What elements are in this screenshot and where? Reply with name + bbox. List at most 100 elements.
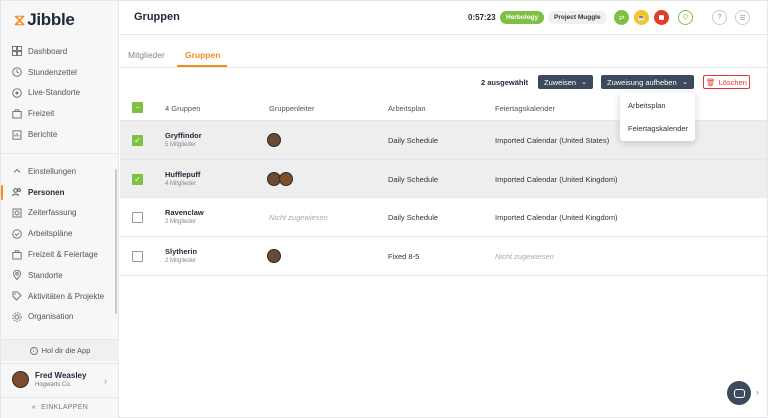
chevron-right-icon[interactable]: › xyxy=(756,387,759,397)
selected-count: 2 ausgewählt xyxy=(481,78,529,87)
top-header: Gruppen 0:57:23 Herbology Project Muggle… xyxy=(120,1,767,35)
user-name: Fred Weasley xyxy=(35,371,87,380)
jibble-logo-icon: ⧖ xyxy=(14,10,26,29)
sidebar-item-live-locations[interactable]: Live-Standorte xyxy=(1,83,119,104)
dropdown-item-holiday-calendar[interactable]: Feiertagskalender xyxy=(628,124,688,133)
dropdown-item-work-schedule[interactable]: Arbeitsplan xyxy=(628,101,666,110)
user-profile[interactable]: Fred Weasley Hogwarts Co. › xyxy=(1,363,119,395)
sidebar-item-people[interactable]: Personen xyxy=(1,182,119,203)
double-chevron-left-icon: « xyxy=(31,404,37,411)
sidebar-item-label: Standorte xyxy=(28,270,63,280)
get-app-button[interactable]: ↓ Hol dir die App xyxy=(1,339,119,361)
sidebar-item-time-tracking[interactable]: Zeiterfassung xyxy=(1,203,119,224)
avatar xyxy=(279,171,293,186)
chevron-up-icon xyxy=(12,166,22,176)
avatar xyxy=(12,371,29,388)
header-work-schedule: Arbeitsplan xyxy=(388,104,426,113)
row-checkbox[interactable]: ✓ xyxy=(132,173,143,185)
sidebar-item-schedules[interactable]: Arbeitspläne xyxy=(1,223,119,244)
sidebar-item-holidays[interactable]: Freizeit & Feiertage xyxy=(1,244,119,265)
delete-button[interactable]: 🗑 Löschen xyxy=(703,75,750,89)
sidebar-item-reports[interactable]: Berichte xyxy=(1,124,119,145)
holiday-calendar: Imported Calendar (United States) xyxy=(495,136,610,145)
holiday-icon xyxy=(12,249,22,260)
logo[interactable]: ⧖ Jibble xyxy=(14,10,75,30)
settings-header[interactable]: Einstellungen xyxy=(1,161,119,182)
sidebar-item-timesheets[interactable]: Stundenzettel xyxy=(1,62,119,83)
select-all-checkbox[interactable]: − xyxy=(132,102,143,113)
group-name: Gryffindor xyxy=(165,131,202,140)
stop-button[interactable] xyxy=(654,10,669,25)
sidebar-item-label: Personen xyxy=(28,187,65,197)
collapse-sidebar-button[interactable]: « EINKLAPPEN xyxy=(1,397,119,417)
table-row[interactable]: ✓ Hufflepuff 4 Mitglieder Daily Schedule… xyxy=(120,159,767,199)
sidebar-item-locations[interactable]: Standorte xyxy=(1,265,119,286)
project-chip[interactable]: Project Muggle xyxy=(548,11,607,24)
gear-icon xyxy=(12,312,22,322)
time-tracking-icon xyxy=(12,208,22,218)
tag-icon xyxy=(12,291,22,301)
tab-groups[interactable]: Gruppen xyxy=(185,50,220,60)
get-app-label: Hol dir die App xyxy=(41,346,91,355)
sidebar-item-label: Zeiterfassung xyxy=(28,208,77,218)
break-icon[interactable]: ☕ xyxy=(634,10,649,25)
clock-in-out-icon[interactable]: ⏲ xyxy=(678,10,693,25)
unassign-dropdown: Arbeitsplan Feiertagskalender xyxy=(620,92,695,141)
group-name: Ravenclaw xyxy=(165,208,204,218)
sidebar-item-label: Live-Standorte xyxy=(28,88,81,98)
stop-icon xyxy=(659,15,664,20)
chevron-right-icon: › xyxy=(104,376,107,386)
tabs-bar: Mitglieder Gruppen xyxy=(120,36,767,68)
location-icon xyxy=(12,88,22,98)
collapse-label: EINKLAPPEN xyxy=(41,404,89,411)
chevron-down-icon: ⌄ xyxy=(581,79,587,86)
table-row[interactable]: Slytherin 2 Mitglieder Fixed 8-5 Nicht z… xyxy=(120,237,767,276)
chat-button[interactable] xyxy=(727,381,751,405)
people-icon xyxy=(12,187,22,197)
sidebar-scrollbar[interactable] xyxy=(115,169,117,314)
schedule-icon xyxy=(12,228,22,239)
report-icon xyxy=(12,129,22,140)
delete-label: Löschen xyxy=(718,77,747,87)
work-schedule: Daily Schedule xyxy=(388,174,439,184)
header-holiday-calendar: Feiertagskalender xyxy=(495,104,556,113)
sidebar-item-label: Dashboard xyxy=(28,46,68,56)
profile-menu-icon[interactable]: ☰ xyxy=(735,10,750,25)
header-group-leader: Gruppenleiter xyxy=(269,104,315,113)
assign-button[interactable]: Zuweisen ⌄ xyxy=(538,75,593,89)
download-icon: ↓ xyxy=(29,346,38,355)
activity-chip[interactable]: Herbology xyxy=(500,11,545,24)
unassign-button[interactable]: Zuweisung aufheben ⌄ xyxy=(601,75,694,89)
row-checkbox[interactable] xyxy=(132,212,143,224)
sidebar-item-dashboard[interactable]: Dashboard xyxy=(1,41,119,62)
group-name: Slytherin xyxy=(165,247,198,257)
row-checkbox[interactable]: ✓ xyxy=(132,135,143,146)
sidebar: ⧖ Jibble Dashboard Stundenzettel Live-St… xyxy=(1,1,119,418)
sidebar-item-time-off[interactable]: Freizeit xyxy=(1,103,119,124)
app-window: ⧖ Jibble Dashboard Stundenzettel Live-St… xyxy=(0,0,768,418)
dashboard-icon xyxy=(12,46,22,57)
work-schedule: Daily Schedule xyxy=(388,213,439,223)
unassign-label: Zuweisung aufheben xyxy=(607,77,677,87)
active-tab-indicator xyxy=(177,65,227,67)
sidebar-item-organization[interactable]: Organisation xyxy=(1,307,119,328)
sidebar-item-activities-projects[interactable]: Aktivitäten & Projekte xyxy=(1,286,119,307)
chevron-down-icon: ⌄ xyxy=(682,79,688,86)
group-members: 2 Mitglieder xyxy=(165,258,197,265)
brand-name: Jibble xyxy=(27,10,75,29)
sidebar-item-label: Freizeit & Feiertage xyxy=(28,250,98,260)
group-members: 2 Mitglieder xyxy=(165,219,197,226)
leader-avatars xyxy=(267,171,293,186)
user-org: Hogwarts Co. xyxy=(35,382,72,388)
switch-activity-icon[interactable]: ⇄ xyxy=(614,10,629,25)
sidebar-item-label: Arbeitspläne xyxy=(28,229,73,239)
tab-members[interactable]: Mitglieder xyxy=(128,50,165,60)
group-members: 4 Mitglieder xyxy=(165,180,197,187)
leader-avatars xyxy=(267,133,281,147)
row-checkbox[interactable] xyxy=(132,251,143,263)
trash-icon: 🗑 xyxy=(706,77,716,87)
group-members: 5 Mitglieder xyxy=(165,142,197,148)
table-row[interactable]: Ravenclaw 2 Mitglieder Nicht zugewiesen … xyxy=(120,198,767,238)
main-nav: Dashboard Stundenzettel Live-Standorte F… xyxy=(1,41,119,145)
help-icon[interactable]: ? xyxy=(712,10,727,25)
